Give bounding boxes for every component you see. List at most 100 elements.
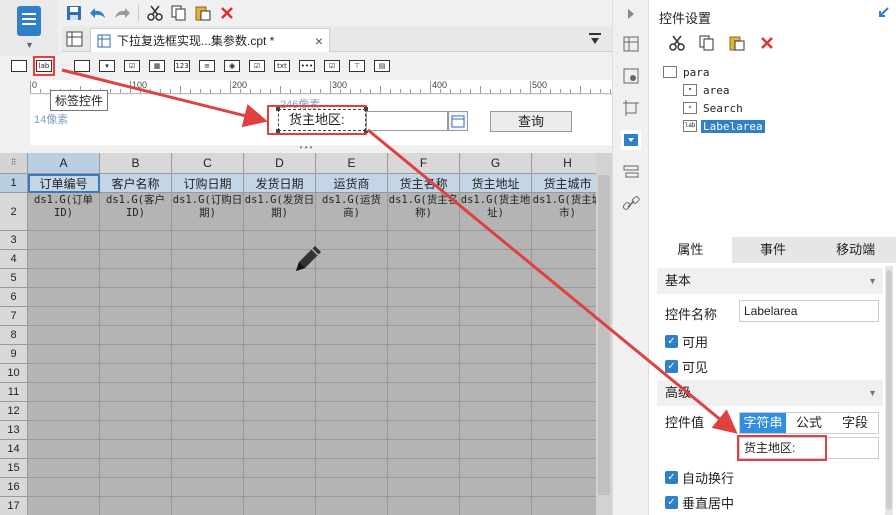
- empty-cell[interactable]: [28, 269, 100, 288]
- empty-cell[interactable]: [388, 497, 460, 515]
- empty-cell[interactable]: [316, 269, 388, 288]
- empty-cell[interactable]: [172, 421, 244, 440]
- empty-cell[interactable]: [460, 269, 532, 288]
- widget-button-button[interactable]: [71, 56, 93, 76]
- select-all-corner[interactable]: ⠿: [0, 153, 28, 174]
- column-header[interactable]: A: [28, 153, 100, 174]
- empty-cell[interactable]: [532, 421, 604, 440]
- condition-icon[interactable]: [621, 162, 641, 182]
- value-type-formula[interactable]: 公式: [786, 413, 832, 433]
- empty-cell[interactable]: [172, 326, 244, 345]
- column-header[interactable]: H: [532, 153, 604, 174]
- row-header[interactable]: 17: [0, 497, 28, 515]
- header-cell[interactable]: 货主城市: [532, 174, 604, 193]
- empty-cell[interactable]: [244, 288, 316, 307]
- empty-cell[interactable]: [244, 345, 316, 364]
- empty-cell[interactable]: [100, 383, 172, 402]
- widget-checkbox-dropdown-button[interactable]: ☑: [121, 56, 143, 76]
- empty-cell[interactable]: [532, 326, 604, 345]
- empty-cell[interactable]: [100, 269, 172, 288]
- empty-cell[interactable]: [388, 269, 460, 288]
- empty-cell[interactable]: [388, 326, 460, 345]
- empty-cell[interactable]: [316, 497, 388, 515]
- empty-cell[interactable]: [388, 478, 460, 497]
- empty-cell[interactable]: [532, 402, 604, 421]
- column-header[interactable]: E: [316, 153, 388, 174]
- empty-cell[interactable]: [316, 478, 388, 497]
- row-header[interactable]: 11: [0, 383, 28, 402]
- empty-cell[interactable]: [100, 364, 172, 383]
- row-header[interactable]: 16: [0, 478, 28, 497]
- empty-cell[interactable]: [460, 364, 532, 383]
- empty-cell[interactable]: [172, 250, 244, 269]
- empty-cell[interactable]: [172, 459, 244, 478]
- empty-cell[interactable]: [100, 307, 172, 326]
- empty-cell[interactable]: [172, 478, 244, 497]
- empty-cell[interactable]: [532, 383, 604, 402]
- empty-cell[interactable]: [28, 288, 100, 307]
- column-header[interactable]: G: [460, 153, 532, 174]
- empty-cell[interactable]: [316, 364, 388, 383]
- pane-splitter[interactable]: • • •: [0, 144, 612, 153]
- empty-cell[interactable]: [172, 402, 244, 421]
- empty-cell[interactable]: [28, 250, 100, 269]
- tree-node-para[interactable]: para: [663, 64, 712, 80]
- header-cell[interactable]: 运货商: [316, 174, 388, 193]
- empty-cell[interactable]: [28, 383, 100, 402]
- sheet-grid-icon[interactable]: [66, 30, 86, 48]
- empty-cell[interactable]: [244, 421, 316, 440]
- tab-menu-icon[interactable]: [588, 32, 602, 46]
- empty-cell[interactable]: [244, 497, 316, 515]
- data-cell[interactable]: ds1.G(货主地址): [460, 193, 532, 231]
- empty-cell[interactable]: [316, 383, 388, 402]
- widget-txt-button[interactable]: txt: [271, 56, 293, 76]
- empty-cell[interactable]: [100, 250, 172, 269]
- empty-cell[interactable]: [28, 402, 100, 421]
- empty-cell[interactable]: [316, 307, 388, 326]
- empty-cell[interactable]: [316, 288, 388, 307]
- undo-button[interactable]: [86, 2, 110, 24]
- row-header[interactable]: 5: [0, 269, 28, 288]
- empty-cell[interactable]: [460, 326, 532, 345]
- label-control[interactable]: 货主地区:: [278, 109, 366, 131]
- combo-picker-button[interactable]: [448, 111, 468, 131]
- paste-button[interactable]: [191, 2, 215, 24]
- empty-cell[interactable]: [172, 440, 244, 459]
- region-combo-input[interactable]: [366, 111, 448, 131]
- widget-check-button[interactable]: ☑: [321, 56, 343, 76]
- empty-cell[interactable]: [100, 231, 172, 250]
- resize-handle[interactable]: [276, 129, 280, 133]
- empty-cell[interactable]: [316, 459, 388, 478]
- row-header[interactable]: 3: [0, 231, 28, 250]
- empty-cell[interactable]: [460, 250, 532, 269]
- redo-button[interactable]: [110, 2, 134, 24]
- spreadsheet[interactable]: ⠿ A B C D E F G H 1 2 3 4 5 6 7 8 9 10 11 12 13 14 15 16 17 订单编号…: [0, 153, 612, 515]
- header-cell[interactable]: 货主地址: [460, 174, 532, 193]
- empty-cell[interactable]: [388, 250, 460, 269]
- row-header[interactable]: 8: [0, 326, 28, 345]
- empty-cell[interactable]: [100, 440, 172, 459]
- empty-cell[interactable]: [28, 478, 100, 497]
- empty-cell[interactable]: [388, 402, 460, 421]
- widget-radio-group-button[interactable]: ◉: [221, 56, 243, 76]
- empty-cell[interactable]: [172, 497, 244, 515]
- value-type-field[interactable]: 字段: [832, 413, 878, 433]
- empty-cell[interactable]: [388, 440, 460, 459]
- empty-cell[interactable]: [460, 497, 532, 515]
- cell-grid[interactable]: 订单编号 客户名称 订购日期 发货日期 运货商 货主名称 货主地址 货主城市 ds1.G(订单I…: [28, 174, 604, 515]
- collapse-icon[interactable]: [876, 6, 890, 20]
- empty-cell[interactable]: [316, 421, 388, 440]
- data-cell[interactable]: ds1.G(发货日期): [244, 193, 316, 231]
- delete-button[interactable]: [755, 32, 779, 54]
- row-header[interactable]: 1: [0, 174, 28, 193]
- empty-cell[interactable]: [172, 383, 244, 402]
- data-cell[interactable]: ds1.G(运货商): [316, 193, 388, 231]
- empty-cell[interactable]: [28, 231, 100, 250]
- column-header[interactable]: F: [388, 153, 460, 174]
- empty-cell[interactable]: [244, 402, 316, 421]
- enabled-checkbox[interactable]: ✓ 可用: [665, 332, 708, 351]
- vcenter-checkbox[interactable]: ✓ 垂直居中: [665, 493, 734, 512]
- header-cell[interactable]: 订购日期: [172, 174, 244, 193]
- tab-events[interactable]: 事件: [732, 237, 815, 263]
- paste-button[interactable]: [725, 32, 749, 54]
